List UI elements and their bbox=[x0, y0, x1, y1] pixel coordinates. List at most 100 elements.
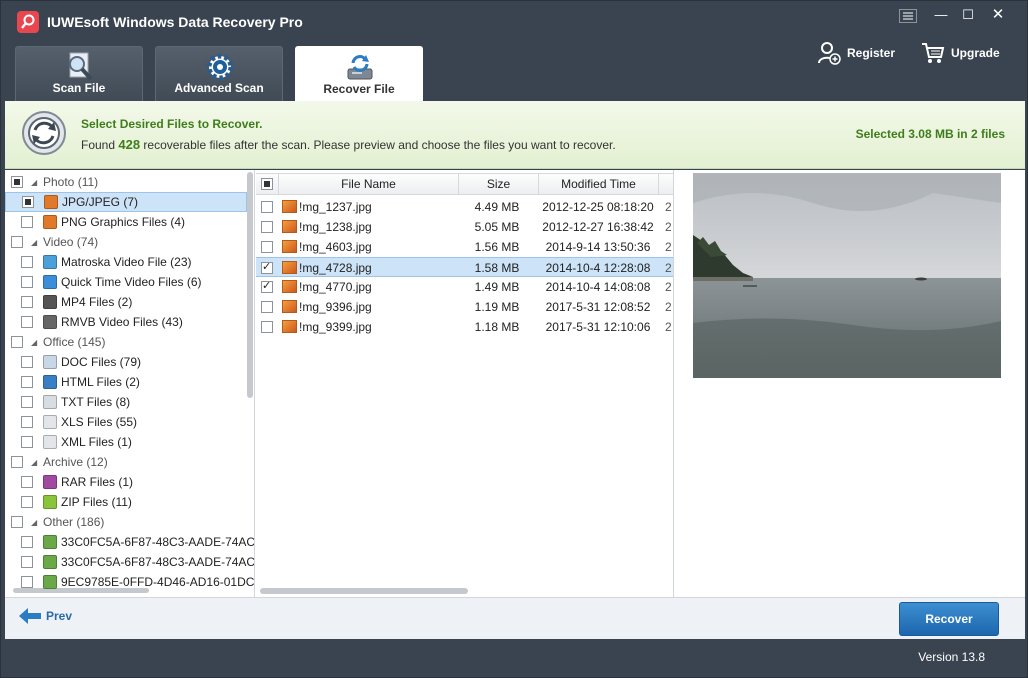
prev-button[interactable]: Prev bbox=[19, 608, 72, 624]
preview-pane bbox=[675, 170, 1025, 597]
tree-checkbox[interactable] bbox=[21, 216, 33, 228]
row-checkbox[interactable] bbox=[261, 221, 273, 233]
select-all-checkbox[interactable] bbox=[261, 178, 273, 190]
tab-recover-file-label: Recover File bbox=[323, 82, 395, 96]
tree-item-label: HTML Files (2) bbox=[61, 375, 140, 389]
tree-checkbox[interactable] bbox=[21, 556, 33, 568]
row-checkbox[interactable] bbox=[261, 279, 273, 293]
tree-checkbox[interactable] bbox=[11, 516, 23, 528]
tree-checkbox[interactable] bbox=[21, 476, 33, 488]
row-checkbox[interactable] bbox=[261, 321, 273, 333]
close-icon[interactable]: ✕ bbox=[987, 7, 1009, 23]
tree-group[interactable]: ◢ Office (145) bbox=[5, 332, 247, 352]
table-row[interactable]: !mg_9399.jpg 1.18 MB 2017-5-31 12:10:06 2 bbox=[256, 317, 673, 337]
tree-item[interactable]: 33C0FC5A-6F87-48C3-AADE-74ACD123 bbox=[5, 552, 254, 572]
tree-checkbox[interactable] bbox=[11, 236, 23, 248]
tab-scan-file[interactable]: Scan File bbox=[15, 46, 143, 101]
tree-item[interactable]: 9EC9785E-0FFD-4D46-AD16-01DC73C8 bbox=[5, 572, 254, 592]
tree-checkbox[interactable] bbox=[21, 416, 33, 428]
tree-checkbox[interactable] bbox=[21, 276, 33, 288]
maximize-icon[interactable]: ☐ bbox=[957, 7, 979, 23]
tree-item[interactable]: TXT Files (8) bbox=[5, 392, 247, 412]
table-row[interactable]: !mg_4770.jpg 1.49 MB 2014-10-4 14:08:08 2 bbox=[256, 277, 673, 297]
tree-vertical-scrollbar[interactable] bbox=[247, 172, 253, 398]
tree-item[interactable]: Matroska Video File (23) bbox=[5, 252, 247, 272]
expand-caret-icon[interactable]: ◢ bbox=[31, 338, 41, 347]
column-modified-time[interactable]: Modified Time bbox=[538, 174, 658, 195]
cell-modified-time: 2014-10-4 12:28:08 bbox=[545, 261, 651, 275]
tree-item[interactable]: MP4 Files (2) bbox=[5, 292, 247, 312]
file-list-horizontal-scrollbar[interactable] bbox=[260, 588, 468, 594]
tree-item[interactable]: ZIP Files (11) bbox=[5, 492, 247, 512]
cell-modified-time: 2012-12-25 08:18:20 bbox=[542, 200, 654, 214]
selected-summary: Selected 3.08 MB in 2 files bbox=[855, 127, 1005, 141]
tree-checkbox[interactable] bbox=[21, 256, 33, 268]
cell-extra: 2 bbox=[665, 200, 672, 214]
tree-checkbox[interactable] bbox=[21, 356, 33, 368]
tab-advanced-scan[interactable]: Advanced Scan bbox=[155, 46, 283, 101]
banner-desc-suffix: recoverable files after the scan. Please… bbox=[143, 138, 616, 152]
tab-advanced-scan-label: Advanced Scan bbox=[174, 81, 264, 95]
tree-checkbox[interactable] bbox=[11, 336, 23, 348]
tree-item[interactable]: PNG Graphics Files (4) bbox=[5, 212, 247, 232]
tree-item-label: RMVB Video Files (43) bbox=[61, 315, 183, 329]
tree-item[interactable]: HTML Files (2) bbox=[5, 372, 247, 392]
tree-item[interactable]: Quick Time Video Files (6) bbox=[5, 272, 247, 292]
xls-icon bbox=[43, 415, 57, 429]
user-add-icon bbox=[818, 42, 841, 65]
tree-checkbox[interactable] bbox=[21, 396, 33, 408]
table-row[interactable]: !mg_4728.jpg 1.58 MB 2014-10-4 12:28:08 2 bbox=[256, 257, 673, 277]
menu-icon[interactable] bbox=[899, 9, 917, 23]
tree-item[interactable]: RMVB Video Files (43) bbox=[5, 312, 247, 332]
row-checkbox[interactable] bbox=[261, 301, 273, 313]
file-type-tree[interactable]: ◢ Photo (11) JPG/JPEG (7) PNG Graphics File… bbox=[5, 170, 255, 597]
column-size[interactable]: Size bbox=[458, 174, 538, 195]
tree-checkbox[interactable] bbox=[22, 196, 34, 208]
html-icon bbox=[43, 375, 57, 389]
tab-scan-file-label: Scan File bbox=[52, 81, 106, 95]
register-button[interactable]: Register bbox=[817, 39, 895, 67]
image-file-icon bbox=[282, 220, 297, 233]
tree-group[interactable]: ◢ Video (74) bbox=[5, 232, 247, 252]
tree-group[interactable]: ◢ Archive (12) bbox=[5, 452, 247, 472]
table-row[interactable]: !mg_1238.jpg 5.05 MB 2012-12-27 16:38:42 2 bbox=[256, 217, 673, 237]
tree-checkbox[interactable] bbox=[21, 576, 33, 588]
row-checkbox[interactable] bbox=[261, 260, 273, 274]
tree-item[interactable]: DOC Files (79) bbox=[5, 352, 247, 372]
column-file-name[interactable]: File Name bbox=[278, 174, 458, 195]
gear-icon bbox=[206, 53, 234, 81]
recover-button[interactable]: Recover bbox=[899, 602, 999, 636]
image-file-icon bbox=[282, 261, 297, 274]
tree-checkbox[interactable] bbox=[21, 376, 33, 388]
tree-item[interactable]: JPG/JPEG (7) bbox=[5, 192, 247, 212]
table-row[interactable]: !mg_1237.jpg 4.49 MB 2012-12-25 08:18:20 2 bbox=[256, 197, 673, 217]
tab-recover-file[interactable]: Recover File bbox=[295, 46, 423, 102]
expand-caret-icon[interactable]: ◢ bbox=[31, 178, 41, 187]
list-icon bbox=[43, 575, 57, 589]
upgrade-button[interactable]: Upgrade bbox=[921, 39, 1000, 67]
tree-item[interactable]: 33C0FC5A-6F87-48C3-AADE-74ACD123 bbox=[5, 532, 254, 552]
tree-checkbox[interactable] bbox=[21, 316, 33, 328]
image-icon bbox=[44, 195, 58, 209]
tree-checkbox[interactable] bbox=[21, 496, 33, 508]
tree-item-label: 9EC9785E-0FFD-4D46-AD16-01DC73C8 bbox=[61, 575, 255, 589]
tree-item[interactable]: XML Files (1) bbox=[5, 432, 247, 452]
tree-checkbox[interactable] bbox=[11, 456, 23, 468]
row-checkbox[interactable] bbox=[261, 201, 273, 213]
tree-checkbox[interactable] bbox=[11, 176, 23, 188]
tree-checkbox[interactable] bbox=[21, 436, 33, 448]
tree-group[interactable]: ◢ Other (186) bbox=[5, 512, 247, 532]
minimize-icon[interactable]: — bbox=[930, 7, 952, 23]
tree-checkbox[interactable] bbox=[21, 536, 33, 548]
cell-modified-time: 2017-5-31 12:10:06 bbox=[545, 320, 651, 334]
expand-caret-icon[interactable]: ◢ bbox=[31, 518, 41, 527]
tree-item[interactable]: XLS Files (55) bbox=[5, 412, 247, 432]
tree-checkbox[interactable] bbox=[21, 296, 33, 308]
expand-caret-icon[interactable]: ◢ bbox=[31, 458, 41, 467]
tree-item[interactable]: RAR Files (1) bbox=[5, 472, 247, 492]
tree-group[interactable]: ◢ Photo (11) bbox=[5, 172, 247, 192]
row-checkbox[interactable] bbox=[261, 241, 273, 253]
expand-caret-icon[interactable]: ◢ bbox=[31, 238, 41, 247]
table-row[interactable]: !mg_9396.jpg 1.19 MB 2017-5-31 12:08:52 2 bbox=[256, 297, 673, 317]
table-row[interactable]: !mg_4603.jpg 1.56 MB 2014-9-14 13:50:36 2 bbox=[256, 237, 673, 257]
